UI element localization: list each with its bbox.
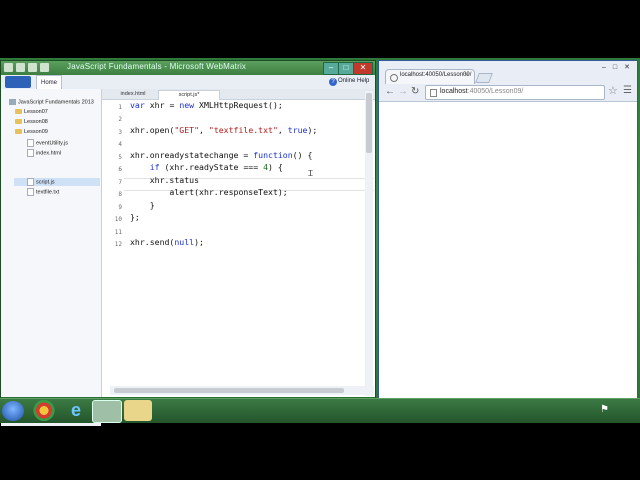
line-number: 9 <box>118 204 122 211</box>
line-number-gutter: 1 2 3 4 5 6 7 8 9 10 11 12 <box>102 100 124 385</box>
wrench-icon[interactable]: ☰ <box>623 85 632 96</box>
line-number: 4 <box>118 141 122 148</box>
document-tabs: index.html script.js* <box>102 89 375 100</box>
line-number: 10 <box>114 216 122 223</box>
code-line-8[interactable]: alert(xhr.responseText); <box>130 187 287 197</box>
text-cursor-icon: Ꮖ <box>308 169 314 178</box>
editor-titlebar[interactable]: JavaScript Fundamentals - Microsoft WebM… <box>1 61 375 75</box>
code-line-7[interactable]: xhr.status <box>130 175 199 185</box>
folder-open-icon <box>15 129 22 135</box>
line-number: 8 <box>118 191 122 198</box>
tree-item-lesson09[interactable]: Lesson09 <box>15 129 48 135</box>
close-button[interactable]: ✕ <box>353 62 373 75</box>
code-line-10[interactable]: }; <box>130 212 140 222</box>
maximize-button[interactable]: □ <box>610 63 620 73</box>
tab-title: localhost:40050/Lesson09/ <box>400 72 472 78</box>
file-icon <box>27 188 34 196</box>
page-favicon-icon <box>390 74 398 82</box>
app-menu-icon[interactable] <box>4 63 13 72</box>
minimize-button[interactable]: – <box>323 62 339 75</box>
file-tree-pane: JavaScript Fundamentals 2013 Lesson07 Le… <box>1 89 102 426</box>
line-number: 2 <box>118 116 122 123</box>
webmatrix-taskbar-icon[interactable] <box>92 400 122 423</box>
code-line-9[interactable]: } <box>130 200 155 210</box>
horizontal-scroll-thumb[interactable] <box>114 388 344 393</box>
undo-icon[interactable] <box>28 63 37 72</box>
window-title: JavaScript Fundamentals - Microsoft WebM… <box>67 62 247 71</box>
browser-page-content <box>379 102 637 399</box>
address-bar[interactable]: localhost:40050/Lesson09/ <box>425 85 605 100</box>
navigation-row: ← → ↻ localhost:40050/Lesson09/ ☆ ☰ <box>379 83 637 101</box>
minimize-button[interactable]: – <box>599 63 609 73</box>
online-help-link[interactable]: Online Help <box>338 78 369 84</box>
code-line-3[interactable]: xhr.open("GET", "textfile.txt", true); <box>130 125 317 135</box>
internet-explorer-taskbar-icon[interactable]: e <box>62 400 90 421</box>
line-number: 5 <box>118 154 122 161</box>
reload-icon[interactable]: ↻ <box>411 86 419 97</box>
line-number: 3 <box>118 129 122 136</box>
folder-icon <box>15 119 22 125</box>
code-line-5[interactable]: xhr.onreadystatechange = function() { <box>130 150 312 160</box>
file-icon <box>27 178 34 186</box>
help-icon[interactable]: ? <box>329 78 337 86</box>
back-arrow-icon[interactable]: ← <box>385 86 395 97</box>
tree-item-site[interactable]: JavaScript Fundamentals 2013 <box>9 99 94 105</box>
code-line-12[interactable]: xhr.send(null); <box>130 237 204 247</box>
taskbar: e ⚑ <box>0 398 640 423</box>
browser-toolbar: localhost:40050/Lesson09/ × – □ ✕ ← → ↻ … <box>379 61 637 102</box>
tree-item-lesson07[interactable]: Lesson07 <box>15 109 48 115</box>
forward-arrow-icon[interactable]: → <box>398 86 408 97</box>
line-number: 1 <box>118 104 122 111</box>
tree-item-lesson08[interactable]: Lesson08 <box>15 119 48 125</box>
url-text: localhost:40050/Lesson09/ <box>440 88 524 95</box>
start-button[interactable] <box>2 401 24 421</box>
line-number: 7 <box>118 179 122 186</box>
webmatrix-window: JavaScript Fundamentals - Microsoft WebM… <box>0 60 376 426</box>
page-icon <box>430 89 437 97</box>
folder-icon <box>15 109 22 115</box>
tree-item-index-html[interactable]: index.html <box>27 149 61 157</box>
tree-item-script-js[interactable]: script.js <box>27 178 55 186</box>
tab-home[interactable]: Home <box>36 75 62 90</box>
line-number: 11 <box>114 229 122 236</box>
vertical-scroll-thumb[interactable] <box>366 93 372 153</box>
tree-item-eventutility[interactable]: eventUtility.js <box>27 139 68 147</box>
file-menu-button[interactable] <box>5 76 31 88</box>
ribbon-bar: Home ? Online Help <box>1 75 375 90</box>
close-button[interactable]: ✕ <box>621 63 633 73</box>
code-line-1[interactable]: var xhr = new XMLHttpRequest(); <box>130 100 283 110</box>
file-icon <box>27 149 34 157</box>
tab-close-icon[interactable]: × <box>464 72 468 79</box>
maximize-button[interactable]: □ <box>338 62 354 75</box>
file-icon <box>27 139 34 147</box>
line-number: 6 <box>118 166 122 173</box>
site-icon <box>9 99 16 105</box>
line-number: 12 <box>114 241 122 248</box>
code-editor-pane: index.html script.js* 1 2 3 4 5 6 7 8 9 … <box>102 89 375 397</box>
save-icon[interactable] <box>16 63 25 72</box>
code-line-6[interactable]: if (xhr.readyState === 4) { <box>130 162 283 172</box>
tab-index-html[interactable]: index.html <box>108 90 158 99</box>
browser-tab[interactable]: localhost:40050/Lesson09/ × <box>385 69 475 84</box>
tree-item-textfile[interactable]: textfile.txt <box>27 188 59 196</box>
chrome-window: localhost:40050/Lesson09/ × – □ ✕ ← → ↻ … <box>378 60 638 400</box>
explorer-taskbar-icon[interactable] <box>124 400 152 421</box>
chrome-taskbar-icon[interactable] <box>30 400 58 421</box>
new-tab-button[interactable] <box>475 73 493 83</box>
redo-icon[interactable] <box>40 63 49 72</box>
tab-script-js[interactable]: script.js* <box>158 90 220 100</box>
action-center-flag-icon[interactable]: ⚑ <box>600 404 609 415</box>
star-icon[interactable]: ☆ <box>608 84 618 97</box>
